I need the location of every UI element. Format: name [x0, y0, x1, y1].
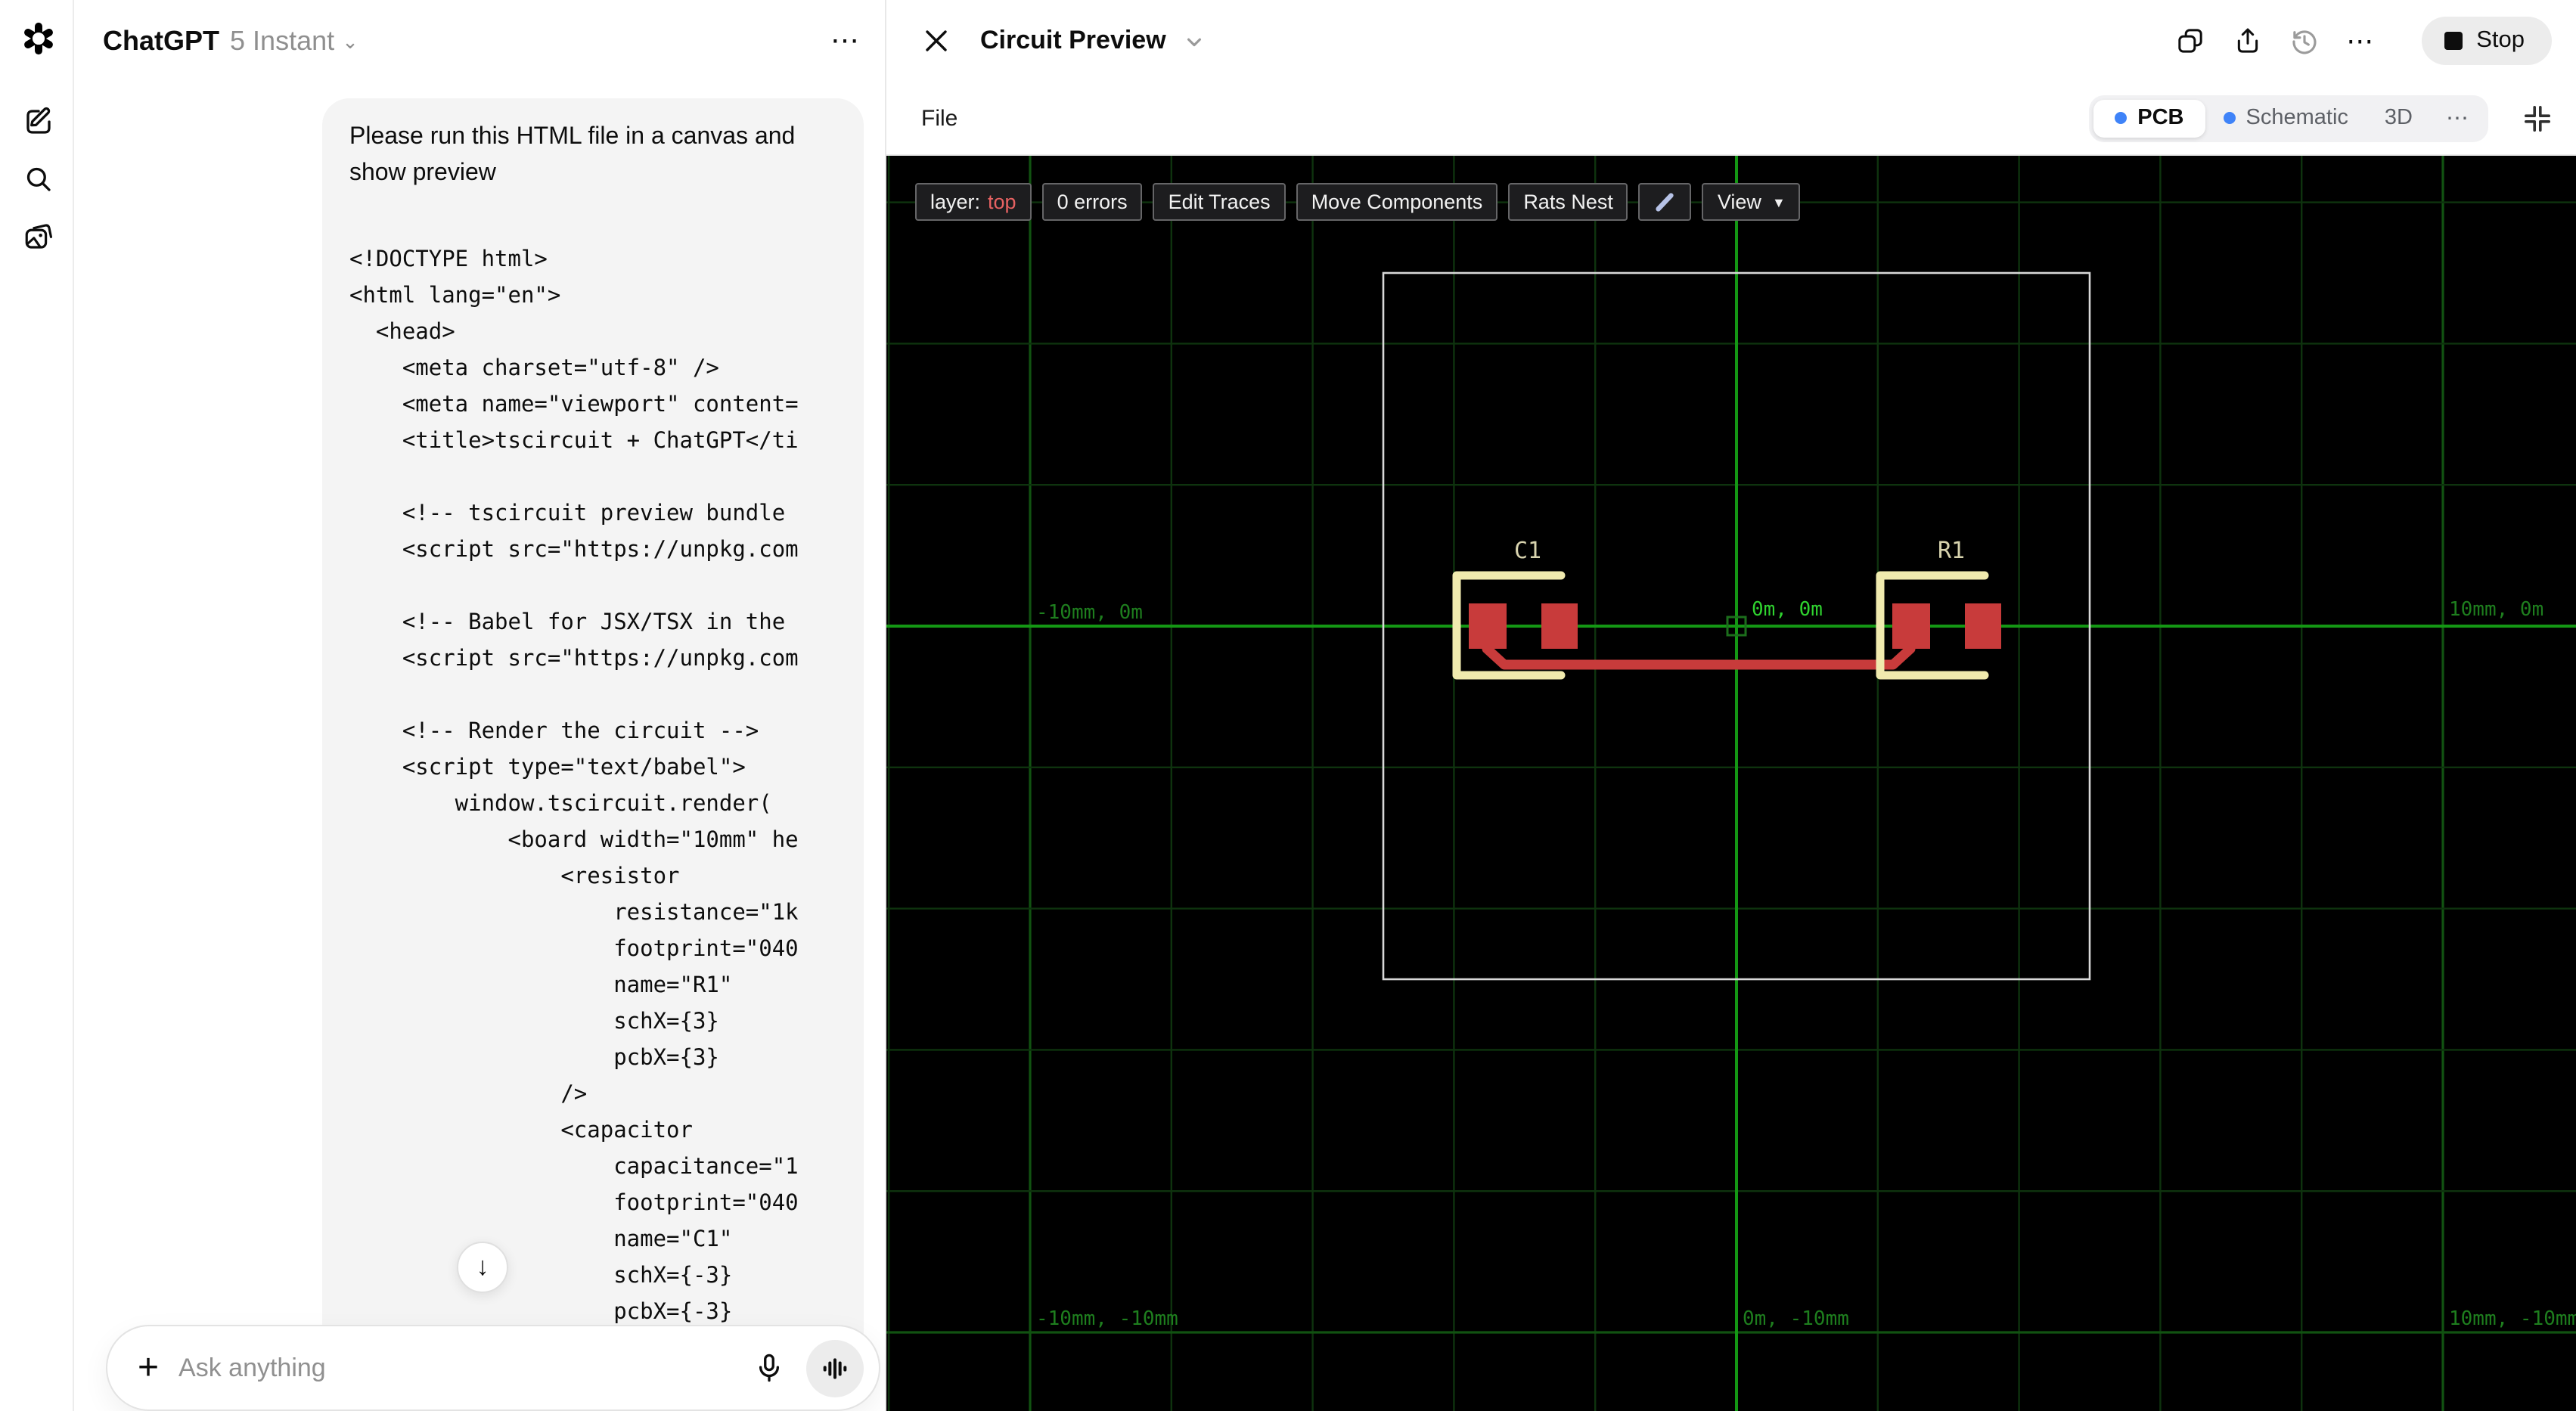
stop-square-icon: [2444, 32, 2463, 50]
sidebar-rail: [0, 0, 74, 1411]
dropdown-caret-icon: ▼: [1771, 194, 1786, 209]
chat-header: ChatGPT 5 Instant ⌄ ⋯: [74, 0, 885, 82]
schematic-tab-dot: [2223, 112, 2236, 124]
r1-label[interactable]: R1: [1938, 538, 1965, 564]
edit-traces-button[interactable]: Edit Traces: [1153, 183, 1286, 221]
chat-brand: ChatGPT: [103, 25, 220, 55]
user-message-bubble: Please run this HTML file in a canvas an…: [322, 98, 864, 1388]
c1-pad-2[interactable]: [1541, 603, 1578, 649]
canvas-title: Circuit Preview: [980, 26, 1166, 54]
canvas-more-button[interactable]: ⋯: [2346, 25, 2375, 57]
layer-value: top: [988, 191, 1016, 213]
chat-options-button[interactable]: ⋯: [830, 23, 861, 58]
coord-label-left-bottom: -10mm, -10mm: [1036, 1307, 1178, 1330]
pcb-toolbar: layer: top 0 errors Edit Traces Move Com…: [915, 183, 1801, 221]
model-name[interactable]: 5 Instant: [230, 25, 334, 57]
coord-label-left-mid: -10mm, 0m: [1036, 601, 1143, 624]
canvas-header: Circuit Preview ⋯ Stop: [886, 0, 2576, 82]
tab-3d[interactable]: 3D: [2367, 99, 2431, 137]
composer-input[interactable]: Ask anything: [178, 1353, 731, 1383]
c1-pad-1[interactable]: [1469, 603, 1507, 649]
user-message-code: <!DOCTYPE html> <html lang="en"> <head> …: [349, 248, 799, 1361]
attach-plus-button[interactable]: +: [138, 1349, 159, 1386]
copy-button[interactable]: [2174, 25, 2205, 57]
voice-waveform-icon: [823, 1357, 847, 1378]
origin-coord-label: 0m, 0m: [1752, 598, 1823, 621]
pcb-grid: [886, 156, 2576, 1411]
history-button[interactable]: [2289, 25, 2320, 57]
move-components-label: Move Components: [1311, 191, 1483, 213]
search-icon: [26, 166, 50, 191]
view-dropdown-button[interactable]: View ▼: [1702, 183, 1801, 221]
chat-column: ChatGPT 5 Instant ⌄ ⋯ Please run this HT…: [74, 0, 886, 1411]
view-tabs: PCB Schematic 3D ⋯: [2089, 95, 2488, 141]
rats-nest-button[interactable]: Rats Nest: [1508, 183, 1628, 221]
canvas-menubar: File PCB Schematic 3D ⋯: [886, 82, 2576, 156]
coord-label-right-bottom: 10mm, -10mm: [2449, 1307, 2576, 1330]
chevron-down-icon: [1187, 37, 1201, 46]
voice-mode-button[interactable]: [806, 1339, 864, 1397]
tab-schematic-label: Schematic: [2245, 106, 2348, 130]
compose-icon: [26, 106, 50, 133]
new-chat-button[interactable]: [20, 103, 56, 139]
tab-schematic[interactable]: Schematic: [2205, 99, 2367, 137]
layer-button[interactable]: layer: top: [915, 183, 1032, 221]
pencil-tool-button[interactable]: [1638, 183, 1692, 221]
dictate-button[interactable]: [750, 1350, 787, 1386]
arrow-down-icon: ↓: [476, 1252, 489, 1281]
tab-pcb-label: PCB: [2137, 106, 2184, 130]
scroll-to-bottom-button[interactable]: ↓: [457, 1242, 508, 1293]
microphone-icon: [758, 1354, 779, 1382]
errors-button[interactable]: 0 errors: [1041, 183, 1143, 221]
library-button[interactable]: [20, 218, 56, 254]
tab-3d-label: 3D: [2384, 106, 2413, 130]
errors-label: 0 errors: [1057, 191, 1128, 213]
canvas-title-caret[interactable]: [1184, 31, 1204, 51]
tabs-more-button[interactable]: ⋯: [2431, 104, 2484, 132]
edit-traces-label: Edit Traces: [1168, 191, 1271, 213]
close-canvas-button[interactable]: [923, 27, 950, 54]
pcb-tab-dot: [2115, 112, 2128, 124]
view-label: View: [1717, 191, 1761, 213]
layer-label: layer:: [930, 191, 981, 213]
pencil-icon: [1656, 193, 1674, 212]
file-menu[interactable]: File: [921, 105, 957, 131]
share-button[interactable]: [2231, 25, 2263, 57]
r1-pad-2[interactable]: [1965, 603, 2001, 649]
search-chats-button[interactable]: [20, 160, 56, 197]
user-message-text: Please run this HTML file in a canvas an…: [349, 124, 796, 186]
openai-logo-glyph: [23, 21, 52, 54]
stop-button[interactable]: Stop: [2422, 17, 2552, 65]
collapse-preview-button[interactable]: [2522, 103, 2552, 133]
canvas-header-actions: ⋯ Stop: [2174, 17, 2552, 65]
share-icon: [2237, 28, 2258, 53]
copy-icon: [2177, 29, 2202, 53]
app-window: ChatGPT 5 Instant ⌄ ⋯ Please run this HT…: [0, 0, 2576, 1411]
stop-label: Stop: [2476, 27, 2525, 53]
canvas-panel: Circuit Preview ⋯ Stop File PCB Schemati…: [886, 0, 2576, 1411]
message-composer[interactable]: + Ask anything: [106, 1325, 880, 1411]
tab-pcb[interactable]: PCB: [2093, 99, 2205, 137]
pcb-canvas[interactable]: C1 R1 0m, 0m -10mm, 0m 10mm, 0m -10mm, -…: [886, 156, 2576, 1411]
move-components-button[interactable]: Move Components: [1296, 183, 1498, 221]
history-icon: [2292, 29, 2317, 54]
collapse-icon: [2523, 104, 2550, 132]
close-icon: [926, 30, 947, 51]
pcb-viewport[interactable]: C1 R1 0m, 0m -10mm, 0m 10mm, 0m -10mm, -…: [886, 156, 2576, 1411]
c1-label[interactable]: C1: [1514, 538, 1541, 564]
model-caret-icon[interactable]: ⌄: [342, 30, 358, 54]
openai-logo-icon[interactable]: [20, 20, 56, 56]
library-icon: [24, 223, 52, 248]
coord-label-right-mid: 10mm, 0m: [2449, 598, 2543, 621]
coord-label-center-bottom: 0m, -10mm: [1743, 1307, 1849, 1330]
r1-pad-1[interactable]: [1892, 603, 1930, 649]
rats-nest-label: Rats Nest: [1523, 191, 1613, 213]
